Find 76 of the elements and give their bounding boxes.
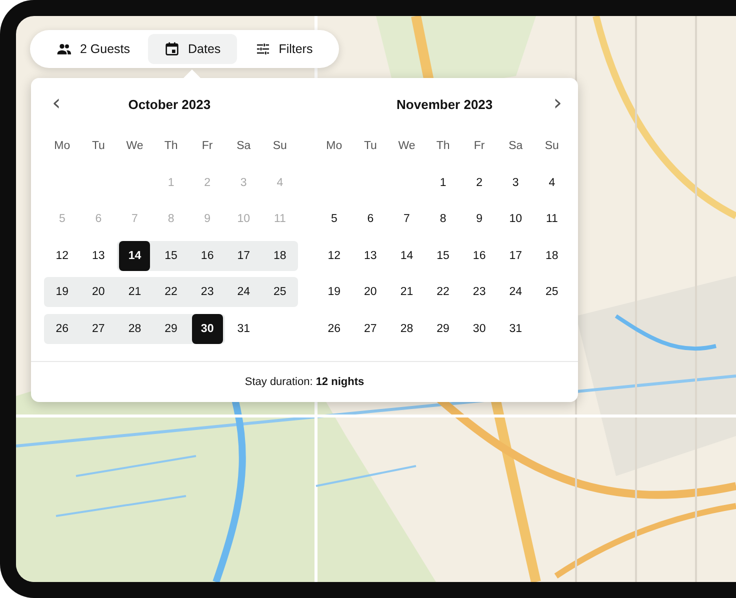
- weekday-label: We: [125, 139, 144, 154]
- weekday-label: Th: [163, 139, 179, 154]
- calendar-date[interactable]: 25: [536, 277, 568, 308]
- calendar-date[interactable]: 18: [264, 240, 296, 271]
- calendar-date[interactable]: 3: [500, 168, 532, 198]
- toolbar-button[interactable]: Dates: [148, 34, 237, 64]
- calendar-date[interactable]: 6: [354, 204, 386, 234]
- calendar-date[interactable]: 28: [391, 314, 422, 344]
- calendar-date[interactable]: 30: [464, 314, 495, 344]
- toolbar-button[interactable]: 2 Guests: [44, 34, 142, 64]
- calendar-date[interactable]: 25: [264, 277, 296, 308]
- calendar-date[interactable]: 29: [428, 314, 459, 344]
- calendar-date[interactable]: 15: [156, 240, 187, 271]
- calendar-date[interactable]: 9: [464, 204, 495, 234]
- calendar-date[interactable]: 2: [464, 168, 495, 198]
- calendar-date[interactable]: 16: [192, 240, 223, 271]
- calendar-date[interactable]: 12: [318, 240, 350, 271]
- calendar-date[interactable]: 19: [46, 277, 78, 308]
- weekday-label: Fr: [200, 139, 214, 154]
- calendar-date[interactable]: 11: [536, 204, 568, 234]
- weekday-label: Mo: [325, 139, 344, 154]
- calendar-date[interactable]: 7: [391, 204, 422, 234]
- selected-date[interactable]: 30: [192, 314, 223, 344]
- calendar-date[interactable]: 5: [318, 204, 350, 234]
- calendar-date[interactable]: 20: [82, 277, 114, 308]
- calendar-date[interactable]: 23: [192, 277, 223, 308]
- calendar-date[interactable]: 12: [46, 240, 78, 271]
- month-title: October 2023: [128, 96, 211, 112]
- weekday-label: Tu: [90, 139, 106, 154]
- weekday-label: Sa: [508, 139, 524, 154]
- calendar-date[interactable]: 16: [464, 240, 495, 271]
- calendar-date[interactable]: 23: [464, 277, 495, 308]
- calendar-date[interactable]: 18: [536, 240, 568, 271]
- calendar-date[interactable]: 1: [428, 168, 459, 198]
- weekday-label: Fr: [472, 139, 486, 154]
- calendar-date[interactable]: 22: [156, 277, 187, 308]
- calendar-date[interactable]: 20: [354, 277, 386, 308]
- weekday-label: Su: [272, 139, 288, 154]
- selected-date[interactable]: 14: [119, 240, 150, 271]
- calendar-date[interactable]: 21: [119, 277, 150, 308]
- calendar-date[interactable]: 27: [354, 314, 386, 344]
- calendar-date[interactable]: 4: [536, 168, 568, 198]
- calendar-date[interactable]: 13: [82, 240, 114, 271]
- calendar-date[interactable]: 17: [500, 240, 532, 271]
- calendar-date[interactable]: 15: [428, 240, 459, 271]
- weekday-label: Su: [544, 139, 560, 154]
- calendar-date[interactable]: 26: [46, 314, 78, 344]
- weekday-label: We: [397, 139, 416, 154]
- calendar-date[interactable]: 19: [318, 277, 350, 308]
- calendar-date[interactable]: 17: [228, 240, 260, 271]
- calendar-date[interactable]: 21: [391, 277, 422, 308]
- toolbar-button[interactable]: Filters: [242, 34, 325, 64]
- sliders-icon: [254, 41, 271, 57]
- calendar-date[interactable]: 24: [228, 277, 260, 308]
- weekday-label: Sa: [236, 139, 252, 154]
- previous-month-button[interactable]: ‹: [44, 93, 69, 115]
- calendar-date[interactable]: 24: [500, 277, 532, 308]
- calendar-date[interactable]: 14: [391, 240, 422, 271]
- people-icon: [56, 41, 72, 57]
- calendar-date[interactable]: 8: [428, 204, 459, 234]
- calendar-icon: [164, 41, 180, 57]
- weekday-label: Th: [435, 139, 451, 154]
- calendar-date[interactable]: 31: [500, 314, 532, 344]
- calendar-date[interactable]: 22: [428, 277, 459, 308]
- calendar-date[interactable]: 13: [354, 240, 386, 271]
- next-month-button[interactable]: ›: [545, 93, 570, 115]
- weekday-label: Mo: [53, 139, 72, 154]
- calendar-date[interactable]: 31: [228, 314, 260, 344]
- calendar-date[interactable]: 27: [82, 314, 114, 344]
- calendar-date[interactable]: 28: [119, 314, 150, 344]
- weekday-label: Tu: [362, 139, 378, 154]
- calendar-date[interactable]: 29: [156, 314, 187, 344]
- stay-duration-text: Stay duration: 12 nights: [31, 361, 578, 402]
- month-title: November 2023: [396, 96, 493, 112]
- calendar-date[interactable]: 26: [318, 314, 350, 344]
- calendar-date[interactable]: 10: [500, 204, 532, 234]
